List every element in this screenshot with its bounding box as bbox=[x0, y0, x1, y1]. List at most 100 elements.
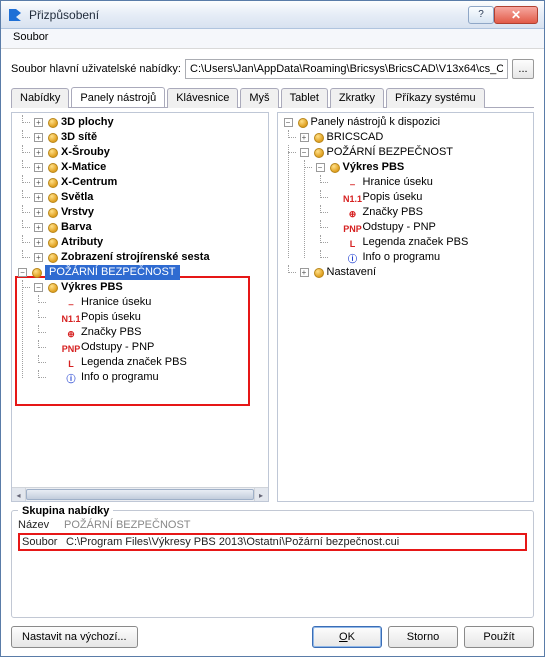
tab-klavesnice[interactable]: Klávesnice bbox=[167, 88, 238, 108]
tree-item[interactable]: BRICSCAD bbox=[327, 130, 384, 145]
window: Přizpůsobení ? ✕ Soubor Soubor hlavní už… bbox=[0, 0, 545, 657]
sphere-icon bbox=[48, 148, 58, 158]
item-icon: ⎯ bbox=[346, 177, 360, 188]
tree-item[interactable]: Popis úseku bbox=[81, 310, 141, 325]
tree-item[interactable]: X-Matice bbox=[61, 160, 106, 175]
tab-panely-nastroju[interactable]: Panely nástrojů bbox=[71, 87, 165, 107]
sphere-icon bbox=[48, 133, 58, 143]
expander-icon[interactable]: + bbox=[34, 148, 43, 157]
panels: +3D plochy +3D sítě + X-Šrouby + X-Matice + X-C… bbox=[11, 108, 534, 506]
tree-item[interactable]: Info o programu bbox=[81, 370, 159, 385]
item-icon: N1.1 bbox=[346, 192, 360, 203]
item-icon: ⎯ bbox=[64, 297, 78, 308]
sphere-icon bbox=[48, 193, 58, 203]
main-file-input[interactable] bbox=[185, 59, 508, 79]
scroll-right-icon[interactable]: ▸ bbox=[254, 488, 268, 502]
value-nazev: POŽÁRNÍ BEZPEČNOST bbox=[64, 519, 527, 531]
tree-item[interactable]: X-Centrum bbox=[61, 175, 117, 190]
cancel-button[interactable]: Storno bbox=[388, 626, 458, 648]
tab-mys[interactable]: Myš bbox=[240, 88, 278, 108]
tree-item[interactable]: Nastavení bbox=[327, 265, 377, 280]
item-icon: L bbox=[346, 237, 360, 248]
expander-icon[interactable]: − bbox=[300, 148, 309, 157]
left-tree-panel[interactable]: +3D plochy +3D sítě + X-Šrouby + X-Matice + X-C… bbox=[11, 112, 269, 502]
item-icon: PNP bbox=[64, 342, 78, 353]
expander-icon[interactable]: − bbox=[284, 118, 293, 127]
expander-icon[interactable]: + bbox=[300, 268, 309, 277]
tree-item[interactable]: Legenda značek PBS bbox=[363, 235, 469, 250]
expander-icon[interactable]: + bbox=[34, 163, 43, 172]
tree-item[interactable]: Legenda značek PBS bbox=[81, 355, 187, 370]
sphere-icon bbox=[32, 268, 42, 278]
tree-item[interactable]: Odstupy - PNP bbox=[363, 220, 436, 235]
tab-zkratky[interactable]: Zkratky bbox=[330, 88, 384, 108]
tree-item[interactable]: Zobrazení strojírenské sesta bbox=[61, 250, 210, 265]
tree-item[interactable]: POŽÁRNÍ BEZPEČNOST bbox=[327, 145, 454, 160]
tree-item[interactable]: Odstupy - PNP bbox=[81, 340, 154, 355]
expander-icon[interactable]: + bbox=[34, 208, 43, 217]
tree-item[interactable]: Značky PBS bbox=[363, 205, 424, 220]
expander-icon[interactable]: + bbox=[34, 193, 43, 202]
sphere-icon bbox=[314, 268, 324, 278]
sphere-icon bbox=[48, 223, 58, 233]
tree-item[interactable]: Hranice úseku bbox=[81, 295, 151, 310]
titlebar: Přizpůsobení ? ✕ bbox=[1, 1, 544, 29]
item-icon: ⊕ bbox=[346, 207, 360, 218]
main-file-row: Soubor hlavní uživatelské nabídky: ... bbox=[11, 59, 534, 79]
item-icon: PNP bbox=[346, 222, 360, 233]
tree-item[interactable]: Panely nástrojů k dispozici bbox=[311, 115, 441, 130]
scroll-thumb[interactable] bbox=[26, 489, 254, 500]
menubar: Soubor bbox=[1, 29, 544, 49]
expander-icon[interactable]: + bbox=[300, 133, 309, 142]
tree-item[interactable]: Výkres PBS bbox=[343, 160, 405, 175]
sphere-icon bbox=[298, 118, 308, 128]
expander-icon[interactable]: + bbox=[34, 133, 43, 142]
reset-button[interactable]: Nastavit na výchozí... bbox=[11, 626, 138, 648]
item-icon: ⓘ bbox=[346, 252, 360, 263]
sphere-icon bbox=[48, 118, 58, 128]
tab-tablet[interactable]: Tablet bbox=[281, 88, 328, 108]
tree-item[interactable]: Hranice úseku bbox=[363, 175, 433, 190]
tree-item[interactable]: Světla bbox=[61, 190, 93, 205]
right-tree-panel[interactable]: − Panely nástrojů k dispozici + BRICSCAD −… bbox=[277, 112, 535, 502]
expander-icon[interactable]: − bbox=[34, 283, 43, 292]
expander-icon[interactable]: + bbox=[34, 253, 43, 262]
sphere-icon bbox=[48, 208, 58, 218]
tree-item[interactable]: Výkres PBS bbox=[61, 280, 123, 295]
item-icon: L bbox=[64, 357, 78, 368]
expander-icon[interactable]: + bbox=[34, 223, 43, 232]
sphere-icon bbox=[330, 163, 340, 173]
browse-button[interactable]: ... bbox=[512, 59, 534, 79]
expander-icon[interactable]: + bbox=[34, 238, 43, 247]
tree-item[interactable]: 3D sítě bbox=[61, 130, 97, 145]
item-icon: ⓘ bbox=[64, 372, 78, 383]
sphere-icon bbox=[48, 163, 58, 173]
close-button[interactable]: ✕ bbox=[494, 6, 538, 24]
expander-icon[interactable]: + bbox=[34, 118, 43, 127]
window-title: Přizpůsobení bbox=[29, 8, 468, 22]
apply-button[interactable]: Použít bbox=[464, 626, 534, 648]
tree-item[interactable]: Značky PBS bbox=[81, 325, 142, 340]
content-area: Soubor hlavní uživatelské nabídky: ... N… bbox=[1, 49, 544, 656]
expander-icon[interactable]: − bbox=[18, 268, 27, 277]
tree-item[interactable]: Popis úseku bbox=[363, 190, 423, 205]
tree-item-selected[interactable]: POŽÁRNÍ BEZPEČNOST bbox=[45, 265, 180, 280]
expander-icon[interactable]: − bbox=[316, 163, 325, 172]
ok-button[interactable]: OK bbox=[312, 626, 382, 648]
scrollbar-horizontal[interactable]: ◂ ▸ bbox=[12, 487, 268, 501]
sphere-icon bbox=[314, 133, 324, 143]
sphere-icon bbox=[48, 283, 58, 293]
menu-file[interactable]: Soubor bbox=[7, 29, 54, 45]
help-button[interactable]: ? bbox=[468, 6, 494, 24]
main-file-label: Soubor hlavní uživatelské nabídky: bbox=[11, 63, 181, 75]
tree-item[interactable]: Vrstvy bbox=[61, 205, 94, 220]
expander-icon[interactable]: + bbox=[34, 178, 43, 187]
tree-item[interactable]: Barva bbox=[61, 220, 92, 235]
tree-item[interactable]: Info o programu bbox=[363, 250, 441, 265]
scroll-left-icon[interactable]: ◂ bbox=[12, 488, 26, 502]
tab-prikazy-systemu[interactable]: Příkazy systému bbox=[386, 88, 485, 108]
tree-item[interactable]: 3D plochy bbox=[61, 115, 114, 130]
tree-item[interactable]: Atributy bbox=[61, 235, 103, 250]
tree-item[interactable]: X-Šrouby bbox=[61, 145, 110, 160]
tab-nabidky[interactable]: Nabídky bbox=[11, 88, 69, 108]
